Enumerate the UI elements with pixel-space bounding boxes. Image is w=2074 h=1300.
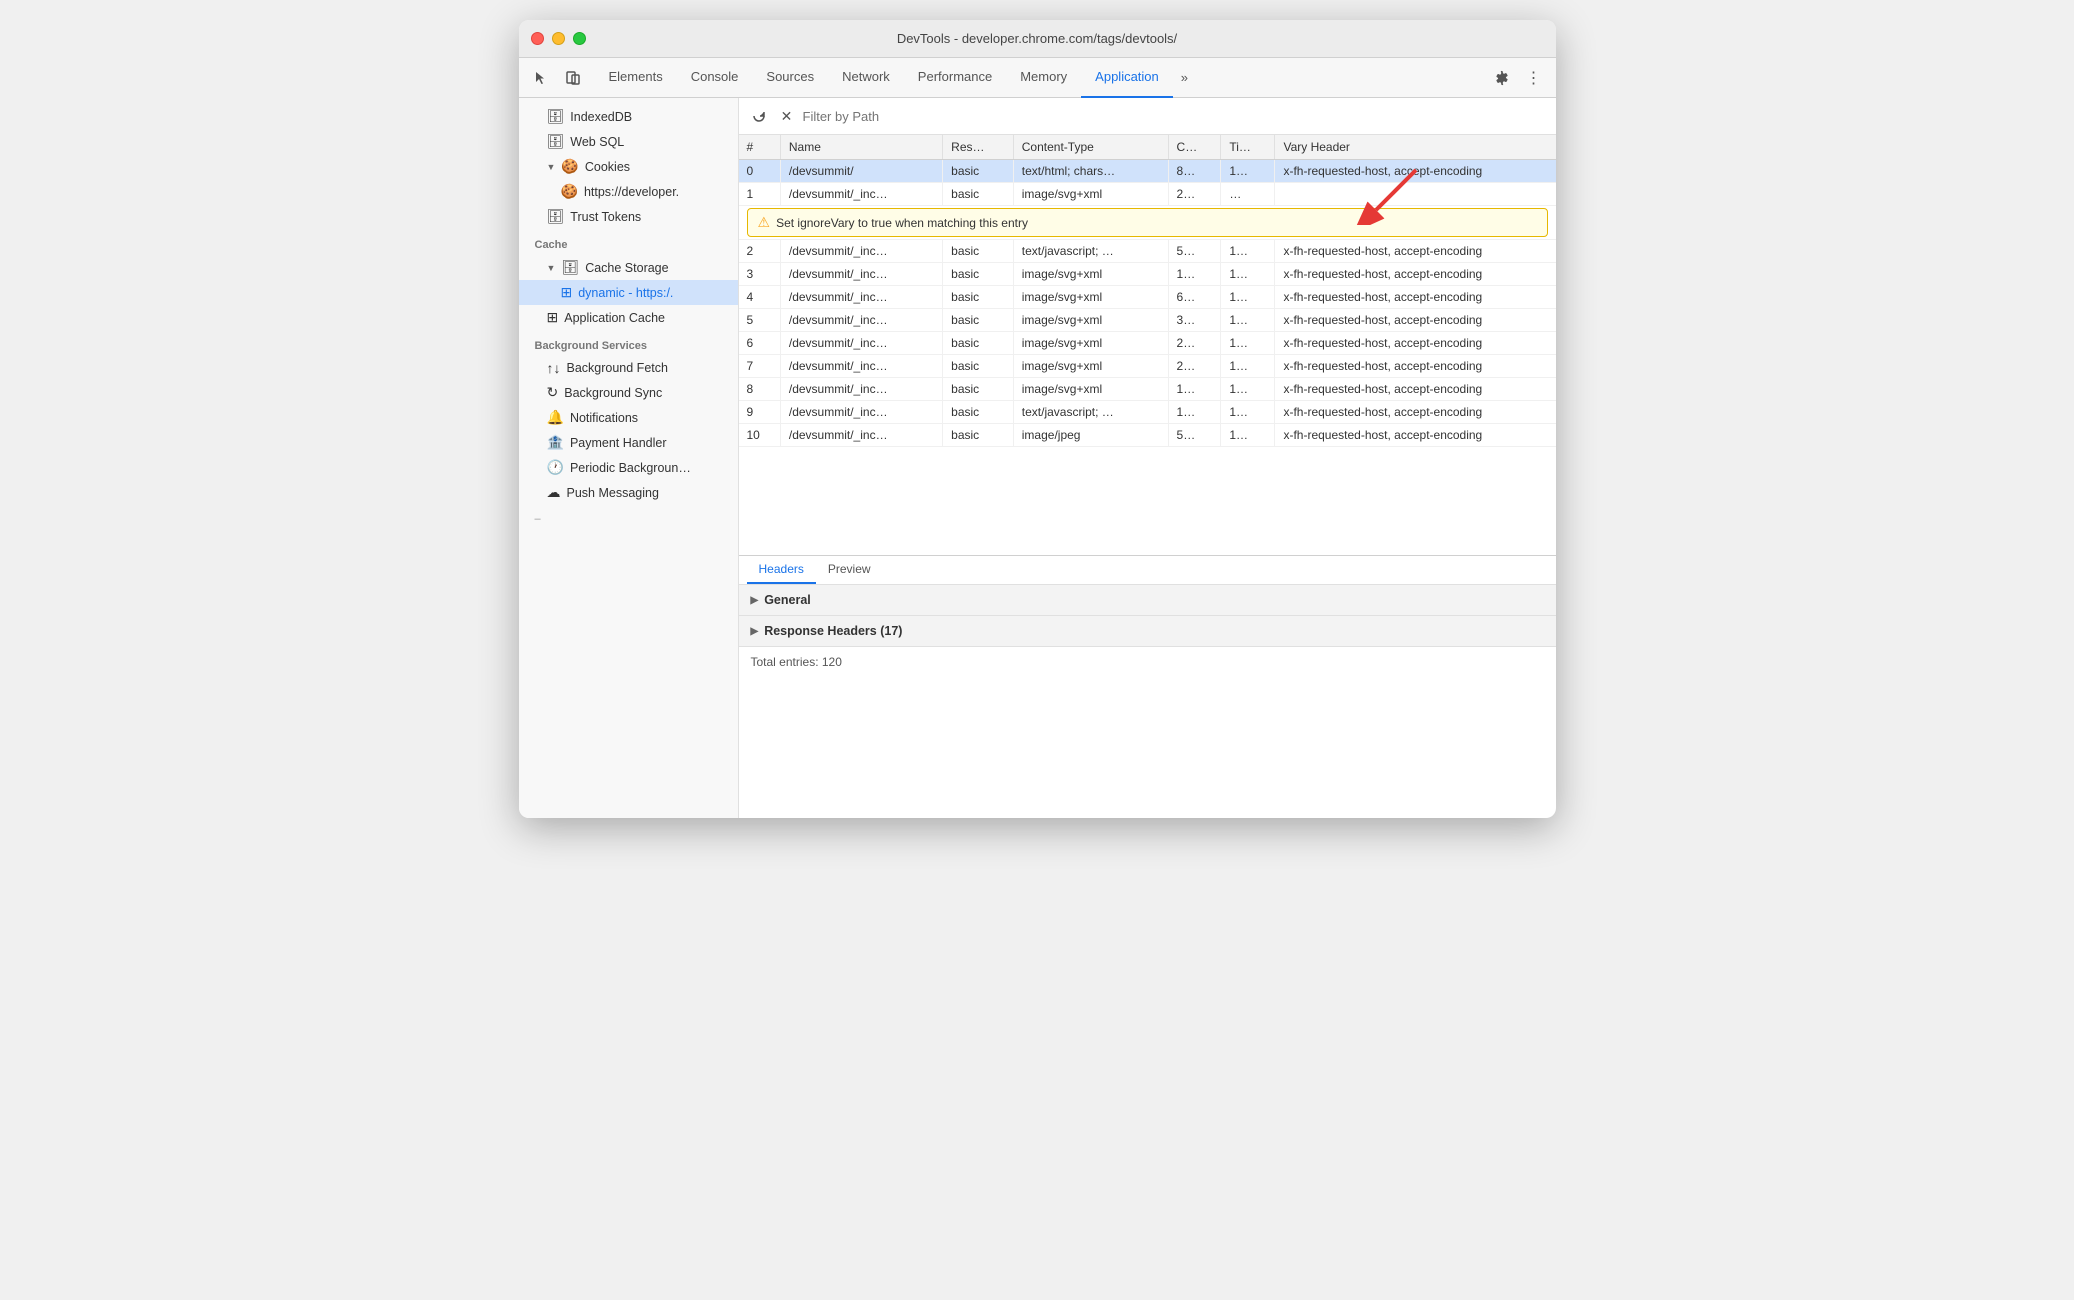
col-vary: Vary Header	[1275, 135, 1556, 160]
cache-section-label: Cache	[519, 229, 738, 255]
database-icon: 🗄	[547, 108, 565, 125]
tooltip-row: ⚠ Set ignoreVary to true when matching th…	[739, 206, 1556, 240]
cursor-icon[interactable]	[527, 64, 555, 92]
sidebar-item-indexeddb[interactable]: 🗄 IndexedDB	[519, 104, 738, 129]
triangle-icon: ▼	[547, 162, 556, 172]
tab-sources[interactable]: Sources	[752, 58, 828, 98]
clock-icon: 🕐	[547, 459, 564, 476]
tooltip-text: Set ignoreVary to true when matching thi…	[776, 216, 1028, 230]
triangle-icon: ▼	[547, 263, 556, 273]
filter-input[interactable]	[803, 109, 1548, 124]
table-row[interactable]: 4/devsummit/_inc…basicimage/svg+xml6…1…x…	[739, 286, 1556, 309]
sidebar-item-bg-sync[interactable]: ↻ Background Sync	[519, 380, 738, 405]
bottom-tabs: Headers Preview	[739, 556, 1556, 585]
triangle-icon: ▶	[751, 595, 759, 606]
close-button[interactable]	[531, 32, 544, 45]
sidebar-item-notifications[interactable]: 🔔 Notifications	[519, 405, 738, 430]
tab-headers[interactable]: Headers	[747, 556, 816, 584]
table-row[interactable]: 7/devsummit/_inc…basicimage/svg+xml2…1…x…	[739, 355, 1556, 378]
more-icon[interactable]: ⋮	[1520, 64, 1548, 92]
col-name: Name	[780, 135, 942, 160]
table-container: # Name Res… Content-Type C… Ti… Vary Hea…	[739, 135, 1556, 555]
sidebar-item-bg-fetch[interactable]: ↑↓ Background Fetch	[519, 356, 738, 380]
table-row[interactable]: 3/devsummit/_inc…basicimage/svg+xml1…1…x…	[739, 263, 1556, 286]
table-row[interactable]: 6/devsummit/_inc…basicimage/svg+xml2…1…x…	[739, 332, 1556, 355]
cookie-icon: 🍪	[561, 158, 578, 175]
sidebar: 🗄 IndexedDB 🗄 Web SQL ▼ 🍪 Cookies 🍪 http…	[519, 98, 739, 818]
database-icon: 🗄	[547, 208, 565, 225]
sidebar-item-payment-handler[interactable]: 🏦 Payment Handler	[519, 430, 738, 455]
devtools-window: DevTools - developer.chrome.com/tags/dev…	[519, 20, 1556, 818]
cloud-icon: ☁	[547, 484, 561, 501]
tab-overflow-button[interactable]: »	[1173, 58, 1196, 98]
refresh-button[interactable]	[747, 104, 771, 128]
grid-icon: ⊞	[547, 309, 559, 326]
col-ti: Ti…	[1221, 135, 1275, 160]
main-layout: 🗄 IndexedDB 🗄 Web SQL ▼ 🍪 Cookies 🍪 http…	[519, 98, 1556, 818]
sidebar-item-periodic-bg[interactable]: 🕐 Periodic Backgroun…	[519, 455, 738, 480]
total-entries: Total entries: 120	[739, 647, 1556, 677]
col-res: Res…	[943, 135, 1014, 160]
tab-preview[interactable]: Preview	[816, 556, 883, 584]
table-row[interactable]: 2/devsummit/_inc…basictext/javascript; ……	[739, 240, 1556, 263]
tab-performance[interactable]: Performance	[904, 58, 1006, 98]
col-content-type: Content-Type	[1013, 135, 1168, 160]
payment-icon: 🏦	[547, 434, 564, 451]
table-row[interactable]: 8/devsummit/_inc…basicimage/svg+xml1…1…x…	[739, 378, 1556, 401]
sidebar-item-app-cache[interactable]: ⊞ Application Cache	[519, 305, 738, 330]
sidebar-item-cookies[interactable]: ▼ 🍪 Cookies	[519, 154, 738, 179]
fetch-icon: ↑↓	[547, 360, 561, 376]
table-row[interactable]: 9/devsummit/_inc…basictext/javascript; ……	[739, 401, 1556, 424]
triangle-icon: ▶	[751, 626, 759, 637]
content-area: ✕	[739, 98, 1556, 818]
table-row[interactable]: 1/devsummit/_inc…basicimage/svg+xml2……	[739, 183, 1556, 206]
sidebar-item-push-messaging[interactable]: ☁ Push Messaging	[519, 480, 738, 505]
traffic-lights	[531, 32, 586, 45]
sidebar-item-cache-storage[interactable]: ▼ 🗄 Cache Storage	[519, 255, 738, 280]
tooltip-box: ⚠ Set ignoreVary to true when matching th…	[747, 208, 1548, 237]
sidebar-item-websql[interactable]: 🗄 Web SQL	[519, 129, 738, 154]
bell-icon: 🔔	[547, 409, 564, 426]
sidebar-item-dynamic[interactable]: ⊞ dynamic - https:/.	[519, 280, 738, 305]
response-headers-section[interactable]: ▶ Response Headers (17)	[739, 616, 1556, 647]
clear-button[interactable]: ✕	[775, 104, 799, 128]
tab-memory[interactable]: Memory	[1006, 58, 1081, 98]
sidebar-item-cookies-https[interactable]: 🍪 https://developer.	[519, 179, 738, 204]
tab-elements[interactable]: Elements	[595, 58, 677, 98]
table-row[interactable]: 5/devsummit/_inc…basicimage/svg+xml3…1…x…	[739, 309, 1556, 332]
cache-table: # Name Res… Content-Type C… Ti… Vary Hea…	[739, 135, 1556, 447]
tab-application[interactable]: Application	[1081, 58, 1173, 98]
tabbar-right-icons: ⋮	[1488, 64, 1548, 92]
table-row[interactable]: 0/devsummit/basictext/html; chars…8…1…x-…	[739, 160, 1556, 183]
device-icon[interactable]	[559, 64, 587, 92]
col-num: #	[739, 135, 781, 160]
warning-icon: ⚠	[758, 214, 771, 231]
settings-icon[interactable]	[1488, 64, 1516, 92]
bg-section-label: Background Services	[519, 330, 738, 356]
sync-icon: ↻	[547, 384, 559, 401]
filter-bar: ✕	[739, 98, 1556, 135]
cookie-icon: 🍪	[561, 183, 578, 200]
window-title: DevTools - developer.chrome.com/tags/dev…	[897, 31, 1177, 46]
col-c: C…	[1168, 135, 1221, 160]
table-header-row: # Name Res… Content-Type C… Ti… Vary Hea…	[739, 135, 1556, 160]
general-section[interactable]: ▶ General	[739, 585, 1556, 616]
grid-icon: ⊞	[561, 284, 573, 301]
tab-console[interactable]: Console	[677, 58, 753, 98]
cache-icon: 🗄	[561, 259, 579, 276]
tabbar: Elements Console Sources Network Perform…	[519, 58, 1556, 98]
maximize-button[interactable]	[573, 32, 586, 45]
bottom-panel: Headers Preview ▶ General ▶ Response Hea…	[739, 555, 1556, 677]
titlebar: DevTools - developer.chrome.com/tags/dev…	[519, 20, 1556, 58]
database-icon: 🗄	[547, 133, 565, 150]
tab-network[interactable]: Network	[828, 58, 904, 98]
tabbar-nav-icons	[527, 64, 587, 92]
sidebar-item-trust-tokens[interactable]: 🗄 Trust Tokens	[519, 204, 738, 229]
minimize-button[interactable]	[552, 32, 565, 45]
table-row[interactable]: 10/devsummit/_inc…basicimage/jpeg5…1…x-f…	[739, 424, 1556, 447]
